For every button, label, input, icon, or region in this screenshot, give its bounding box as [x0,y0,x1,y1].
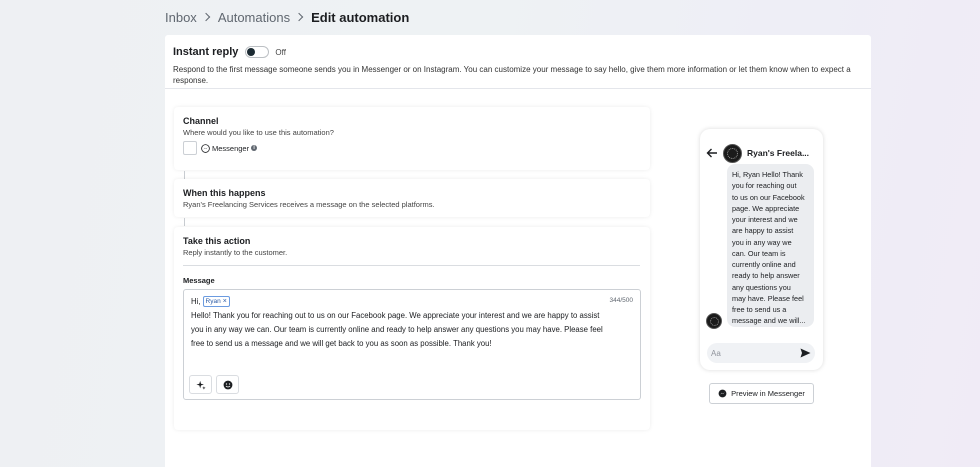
trigger-subtitle: Ryan's Freelancing Services receives a m… [183,200,435,209]
instant-reply-toggle[interactable] [245,46,270,58]
toggle-state-label: Off [275,47,286,57]
compose-placeholder: Aa [711,348,721,358]
preview-compose-input: Aa [707,343,815,363]
bubble-line: page. We appreciate [732,203,800,213]
messenger-icon [201,143,210,153]
bubble-line: currently online and [732,260,796,269]
message-line: free to send us a message and we will ge… [191,339,492,348]
chip-label: Ryan [205,298,221,305]
bubble-line: Hi, Ryan Hello! Thank [732,170,803,179]
ai-assist-button[interactable] [189,375,212,394]
chip-remove-icon[interactable]: × [223,298,227,305]
action-subtitle: Reply instantly to the customer. [183,248,288,257]
step-connector [184,171,185,179]
divider [183,265,640,266]
bubble-line: message and we will... [732,316,806,326]
automation-description: Respond to the first message someone sen… [173,65,851,85]
sparkle-icon [195,380,206,390]
preview-button-label: Preview in Messenger [731,389,805,398]
message-input[interactable]: Hi, Ryan × Hello! Thank you for reaching… [183,289,641,400]
automation-header: Instant reply Off Respond to the first m… [165,35,871,89]
page-title: Edit automation [311,9,410,25]
trigger-card: When this happens Ryan's Freelancing Ser… [174,179,650,217]
bubble-line: may have. Please feel [732,293,804,303]
send-icon [800,348,811,358]
action-title: Take this action [183,236,251,246]
message-line: you in any way we can. Our team is curre… [191,325,603,334]
messenger-icon [718,389,727,398]
chevron-right-icon [294,12,304,22]
emoji-icon [223,380,233,390]
breadcrumb: Inbox Automations Edit automation [165,8,409,26]
bubble-line: to us on our Facebook [732,192,805,202]
toggle-knob [247,48,256,56]
character-counter: 344/500 [609,297,634,304]
emoji-button[interactable] [216,375,239,394]
messenger-checkbox[interactable] [183,141,197,155]
bubble-line: ready to help answer [732,271,800,281]
page-avatar [723,143,742,163]
channel-card: Channel Where would you like to use this… [174,107,650,170]
channel-subtitle: Where would you like to use this automat… [183,128,334,137]
greeting-text: Hi, [191,297,201,306]
bubble-line: free to send us a [732,305,787,314]
chevron-right-icon [201,12,211,22]
message-toolbar [189,375,239,394]
breadcrumb-inbox[interactable]: Inbox [165,10,197,25]
messenger-preview-phone: Ryan's Freela... Hi, Ryan Hello! Thank y… [700,129,823,370]
breadcrumb-automations[interactable]: Automations [218,10,290,25]
message-label: Message [183,276,215,285]
preview-page-name: Ryan's Freela... [747,148,810,158]
messenger-option: Messenger i [183,141,641,155]
preview-header: Ryan's Freela... [700,129,823,167]
bubble-line: any questions you [732,282,791,292]
messenger-label: Messenger [212,143,250,153]
preview-in-messenger-button[interactable]: Preview in Messenger [709,383,814,404]
name-variable-chip[interactable]: Ryan × [202,296,230,307]
info-icon[interactable]: i [251,145,258,151]
channel-title: Channel [183,116,219,126]
preview-message-bubble: Hi, Ryan Hello! Thank you for reaching o… [727,164,814,327]
bubble-line: you for reaching out [732,181,797,191]
bubble-line: are happy to assist [732,226,794,236]
step-connector [184,218,185,226]
sender-avatar [706,313,722,329]
message-line: Hello! Thank you for reaching out to us … [191,311,600,320]
automation-title: Instant reply [173,46,239,58]
bubble-line: you in any way we [732,237,792,247]
bubble-line: your interest and we [732,215,798,224]
back-arrow-icon [706,148,718,158]
trigger-title: When this happens [183,188,266,198]
bubble-line: can. Our team is [732,248,786,258]
action-card: Take this action Reply instantly to the … [174,227,650,430]
